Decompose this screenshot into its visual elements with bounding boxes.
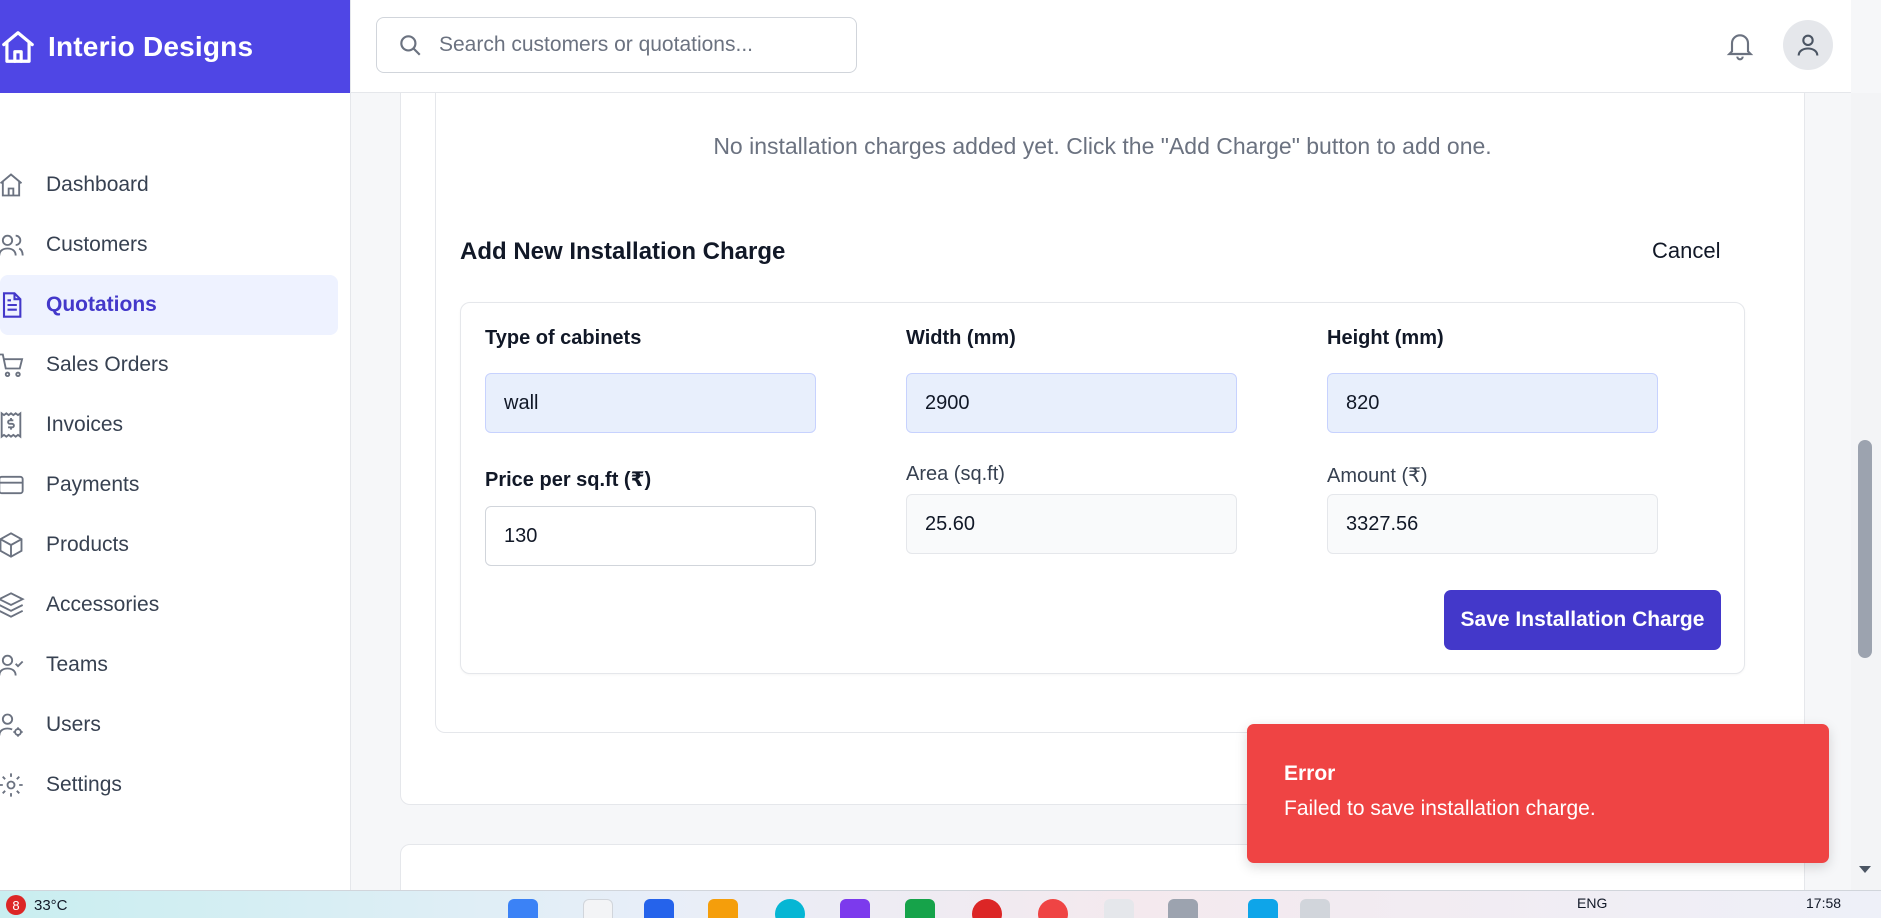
sidebar: Interio Designs Dashboard Customers Quot… [0,0,351,890]
sidebar-item-label: Products [46,533,129,556]
gear-icon [0,770,26,800]
sidebar-item-sales-orders[interactable]: Sales Orders [0,335,338,395]
os-taskbar: 8 33°C ENG 17:58 [0,890,1881,918]
type-of-cabinets-label: Type of cabinets [485,327,642,349]
sidebar-item-label: Sales Orders [46,353,169,376]
chrome-icon[interactable] [972,899,1002,918]
clock[interactable]: 17:58 [1806,895,1841,911]
receipt-icon [0,410,26,440]
area-label: Area (sq.ft) [906,463,1005,485]
error-toast[interactable]: Error Failed to save installation charge… [1247,724,1829,863]
top-bar [351,0,1851,93]
weather-widget[interactable]: 8 33°C [6,895,68,915]
sidebar-item-accessories[interactable]: Accessories [0,575,338,635]
amount-label: Amount (₹) [1327,465,1428,487]
app-icon[interactable] [1300,899,1330,918]
width-field[interactable]: 2900 [906,373,1237,433]
toast-title: Error [1284,762,1336,785]
sidebar-item-label: Customers [46,233,148,256]
sidebar-nav: Dashboard Customers Quotations Sales Ord… [0,155,350,815]
brand-name: Interio Designs [48,30,254,62]
sidebar-item-dashboard[interactable]: Dashboard [0,155,338,215]
chrome-profile-icon[interactable] [1038,899,1068,918]
weather-badge: 8 [6,895,26,915]
file-explorer-icon[interactable] [708,899,738,918]
cancel-button[interactable]: Cancel [1652,238,1720,264]
home-logo-icon [0,27,38,67]
home-icon [0,170,26,200]
sidebar-item-payments[interactable]: Payments [0,455,338,515]
search-taskbar-icon[interactable] [583,899,613,918]
price-per-sqft-field[interactable]: 130 [485,506,816,566]
scroll-down-arrow-icon[interactable] [1857,862,1873,878]
brand-header[interactable]: Interio Designs [0,0,350,93]
app-icon[interactable] [1104,899,1134,918]
temperature-text: 33°C [34,896,68,914]
credit-card-icon [0,470,26,500]
empty-state-message: No installation charges added yet. Click… [713,133,1492,159]
height-label: Height (mm) [1327,327,1444,349]
search-box[interactable] [376,17,857,73]
search-icon [395,30,425,60]
area-field: 25.60 [906,494,1237,554]
sidebar-item-label: Quotations [46,293,157,316]
add-charge-title: Add New Installation Charge [460,238,786,265]
language-indicator[interactable]: ENG [1577,895,1607,911]
toast-message: Failed to save installation charge. [1284,797,1596,820]
sidebar-item-quotations[interactable]: Quotations [0,275,338,335]
sidebar-item-customers[interactable]: Customers [0,215,338,275]
app-icon[interactable] [1168,899,1198,918]
app-icon[interactable] [840,899,870,918]
avatar[interactable] [1783,20,1833,70]
sidebar-item-label: Teams [46,653,108,676]
users-icon [0,230,26,260]
sidebar-item-label: Settings [46,773,122,796]
sidebar-item-label: Payments [46,473,140,496]
user-cog-icon [0,710,26,740]
box-icon [0,530,26,560]
browser-icon[interactable] [775,899,805,918]
sidebar-item-label: Dashboard [46,173,149,196]
sidebar-item-label: Users [46,713,101,736]
sidebar-item-products[interactable]: Products [0,515,338,575]
bell-icon[interactable] [1721,26,1759,66]
search-input[interactable] [439,33,819,57]
sidebar-item-settings[interactable]: Settings [0,755,338,815]
width-label: Width (mm) [906,327,1016,349]
sidebar-item-label: Accessories [46,593,160,616]
sidebar-item-invoices[interactable]: Invoices [0,395,338,455]
windows-start-icon[interactable] [508,899,538,918]
cart-icon [0,350,26,380]
save-installation-charge-button[interactable]: Save Installation Charge [1444,590,1721,650]
sidebar-item-label: Invoices [46,413,124,436]
sidebar-item-teams[interactable]: Teams [0,635,338,695]
user-check-icon [0,650,26,680]
scrollbar-thumb[interactable] [1858,440,1872,658]
price-per-sqft-label: Price per sq.ft (₹) [485,469,652,491]
excel-icon[interactable] [905,899,935,918]
widgets-icon[interactable] [644,899,674,918]
document-icon [0,290,26,320]
type-of-cabinets-field[interactable]: wall [485,373,816,433]
height-field[interactable]: 820 [1327,373,1658,433]
layers-icon [0,590,26,620]
amount-field: 3327.56 [1327,494,1658,554]
app-icon[interactable] [1248,899,1278,918]
sidebar-item-users[interactable]: Users [0,695,338,755]
